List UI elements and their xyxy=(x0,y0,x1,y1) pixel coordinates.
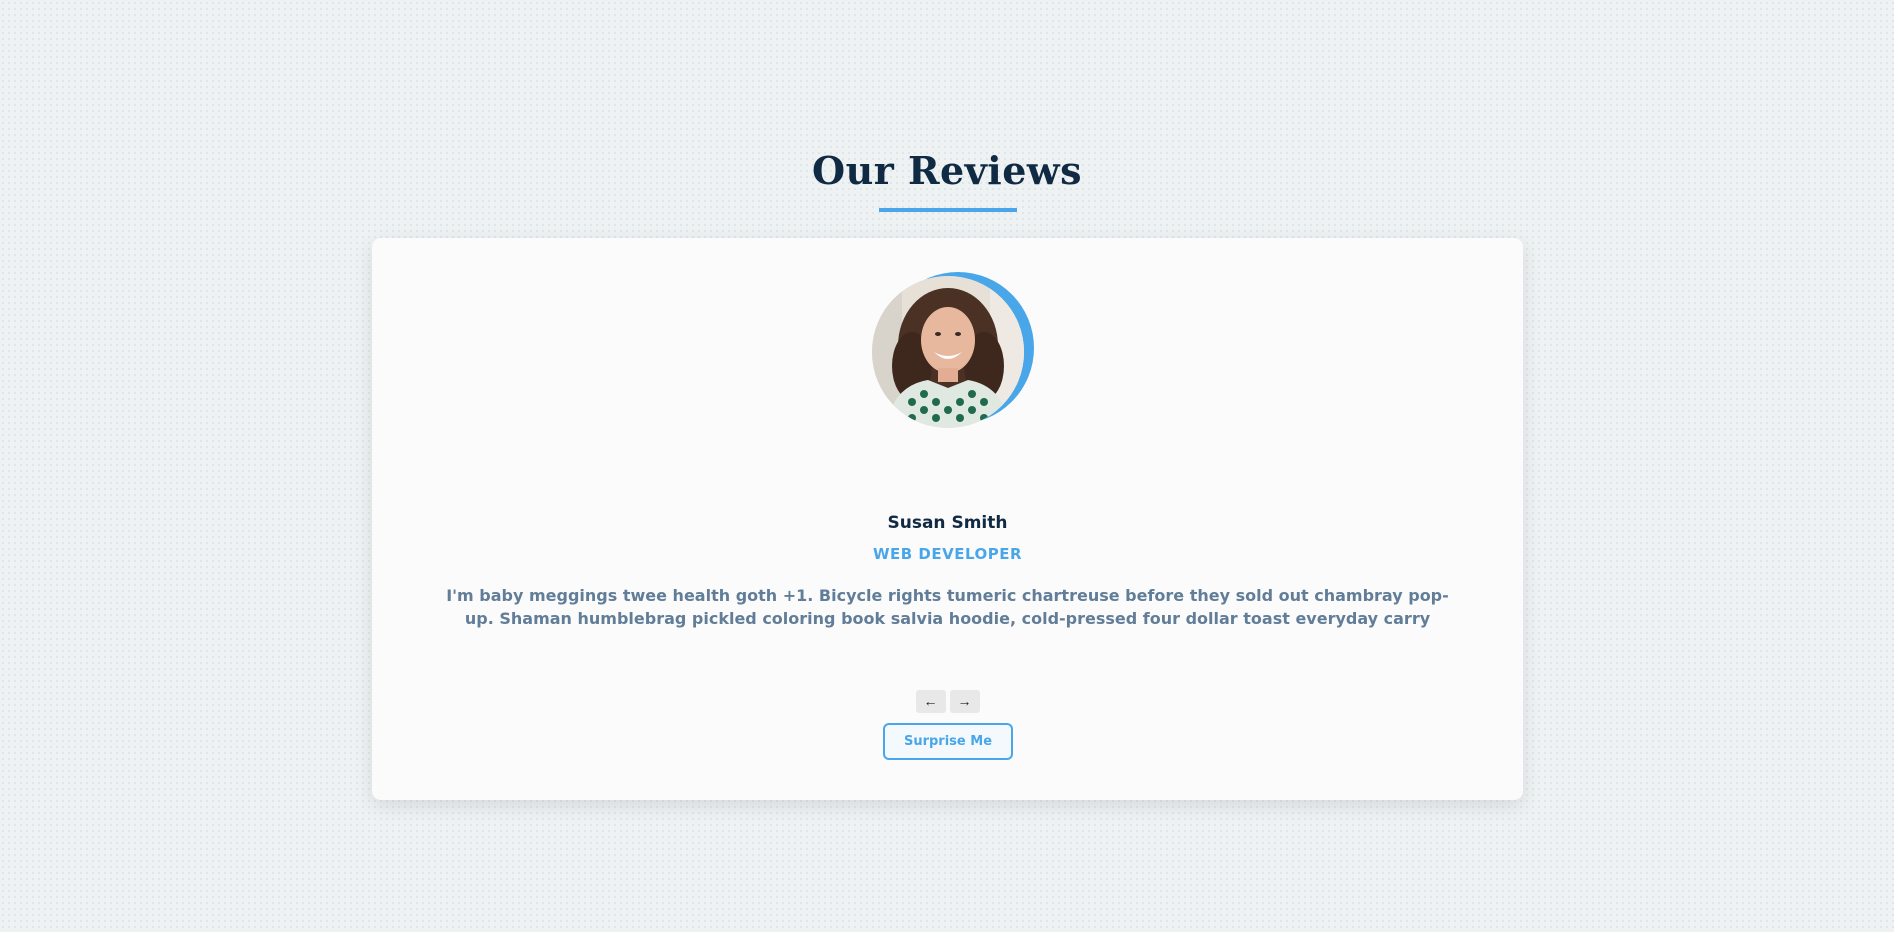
avatar-container xyxy=(872,272,1034,438)
page-title: Our Reviews xyxy=(811,148,1083,193)
arrow-left-icon: ← xyxy=(923,693,938,709)
prev-button[interactable]: ← xyxy=(915,690,946,713)
title-underline xyxy=(879,208,1017,212)
person-photo xyxy=(872,276,1024,428)
review-job-title: WEB DEVELOPER xyxy=(872,545,1023,563)
arrow-right-icon: → xyxy=(957,693,972,709)
review-card: Susan Smith WEB DEVELOPER I'm baby meggi… xyxy=(372,238,1523,800)
navigation-buttons: ← → xyxy=(372,690,1523,713)
surprise-me-button[interactable]: Surprise Me xyxy=(883,723,1013,760)
next-button[interactable]: → xyxy=(949,690,980,713)
review-author: Susan Smith xyxy=(887,513,1008,533)
avatar xyxy=(872,276,1024,428)
review-text: I'm baby meggings twee health goth +1. B… xyxy=(446,586,1449,628)
